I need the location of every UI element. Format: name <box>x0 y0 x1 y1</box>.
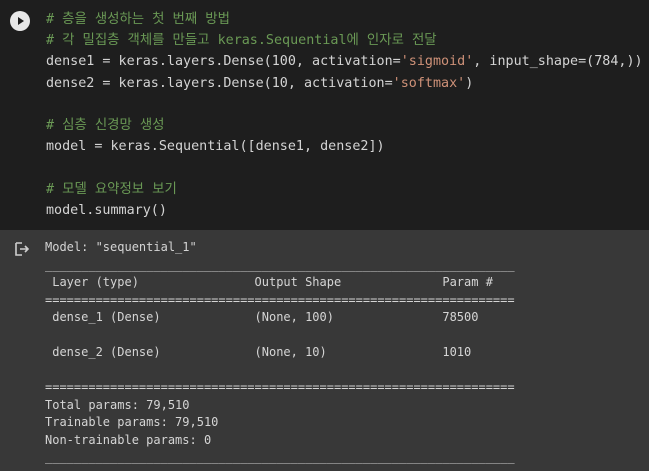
code-line: # 심층 신경망 생성 <box>46 115 643 136</box>
code-line: # 층을 생성하는 첫 번째 방법 <box>46 9 643 30</box>
table-header: Layer (type) Output Shape Param # <box>45 275 515 289</box>
code-token: dense2 = keras.layers.Dense(10, activati… <box>46 75 393 91</box>
code-editor[interactable]: # 층을 생성하는 첫 번째 방법 # 각 밀집층 객체를 만들고 keras.S… <box>46 9 643 221</box>
rule-thick: ========================================… <box>45 292 515 307</box>
code-token: ) <box>465 75 474 91</box>
trainable-params: Trainable params: 79,510 <box>45 415 219 429</box>
rule-thin: ________________________________________… <box>45 257 515 272</box>
code-comment: # 모델 요약정보 보기 <box>46 181 177 197</box>
code-token: , input_shape=(784,)) <box>473 54 643 70</box>
code-comment: # 층을 생성하는 첫 번째 방법 <box>46 12 230 27</box>
code-line: model = keras.Sequential([dense1, dense2… <box>46 136 643 157</box>
model-name-line: Model: "sequential_1" <box>45 240 197 254</box>
table-row: dense_2 (Dense) (None, 10) 1010 <box>45 345 515 359</box>
rule-thick: ========================================… <box>45 380 515 394</box>
table-row: dense_1 (Dense) (None, 100) 78500 <box>45 310 515 324</box>
code-cell[interactable]: # 층을 생성하는 첫 번째 방법 # 각 밀집층 객체를 만들고 keras.S… <box>0 0 649 230</box>
run-cell-button[interactable] <box>10 11 30 31</box>
table-row <box>45 327 515 345</box>
output-area: Model: "sequential_1" ___________________… <box>0 230 649 471</box>
play-icon <box>18 17 24 25</box>
code-line: model.summary() <box>46 200 643 221</box>
code-string: 'sigmoid' <box>400 54 474 70</box>
code-token: model.summary() <box>46 202 167 218</box>
rule-thin: ________________________________________… <box>45 450 515 464</box>
code-token: dense1 = keras.layers.Dense(100, activat… <box>46 54 401 70</box>
code-comment: # 심층 신경망 생성 <box>46 117 165 133</box>
non-trainable-params: Non-trainable params: 0 <box>45 432 212 447</box>
output-redirect-icon[interactable] <box>13 240 31 258</box>
table-row <box>45 362 515 380</box>
code-line: # 모델 요약정보 보기 <box>46 179 643 200</box>
code-token: model = keras.Sequential([dense1, dense2… <box>46 139 385 155</box>
code-string: 'softmax' <box>392 75 466 91</box>
code-line: dense2 = keras.layers.Dense(10, activati… <box>46 73 643 94</box>
output-text: Model: "sequential_1" ___________________… <box>45 239 515 467</box>
code-comment: # 각 밀집층 객체를 만들고 keras.Sequential에 인자로 전달 <box>46 33 437 49</box>
code-line: # 각 밀집층 객체를 만들고 keras.Sequential에 인자로 전달 <box>46 30 643 51</box>
code-line: dense1 = keras.layers.Dense(100, activat… <box>46 51 643 72</box>
total-params: Total params: 79,510 <box>45 397 190 412</box>
